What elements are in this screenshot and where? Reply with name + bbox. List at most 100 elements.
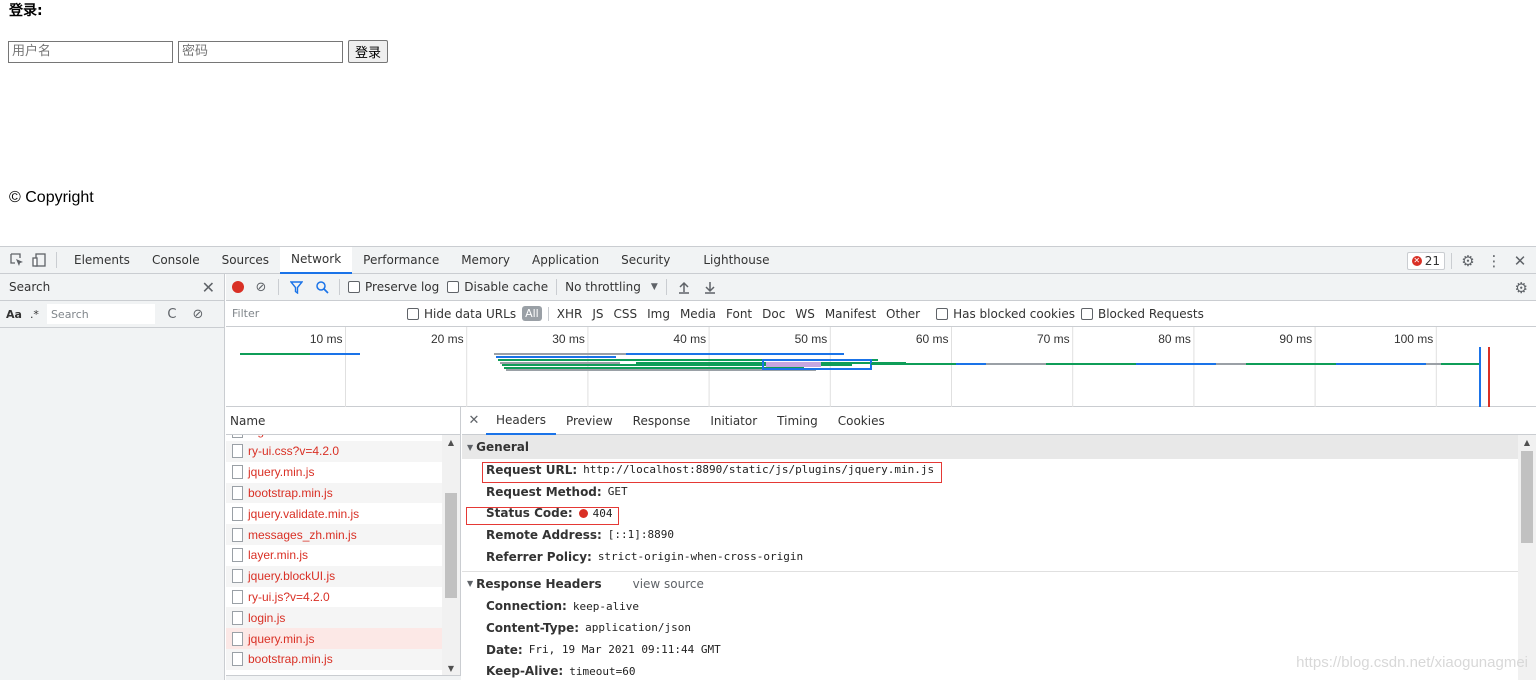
close-search-icon[interactable]: ✕ [202,278,215,297]
list-item[interactable]: ry-ui.js?v=4.2.0 [226,587,442,608]
filter-icon[interactable] [287,280,305,294]
tab-network[interactable]: Network [280,246,353,274]
headers-content: ▼ General Request URL: http://localhost:8… [462,435,1518,680]
tab-security[interactable]: Security [610,247,681,274]
details-scrollbar[interactable]: ▲ [1518,435,1536,680]
error-count-badge[interactable]: ✕ 21 [1406,251,1445,270]
filter-type-media[interactable]: Media [678,306,718,322]
network-settings-gear-icon[interactable]: ⚙ [1515,279,1528,297]
import-har-icon[interactable] [675,281,693,294]
password-input[interactable] [178,40,343,63]
tab-elements[interactable]: Elements [63,247,141,274]
login-button[interactable]: 登录 [348,40,389,63]
column-header-name[interactable]: Name [226,407,460,435]
network-overview-timeline[interactable]: 10 ms 20 ms 30 ms 40 ms 50 ms 60 ms 70 ms 80 ms… [226,327,1536,407]
match-case-toggle[interactable]: Aa [6,308,22,321]
list-item[interactable]: jquery.validate.min.js [226,503,442,524]
filter-type-ws[interactable]: WS [793,306,816,322]
tab-memory[interactable]: Memory [450,247,521,274]
web-page: 登录: 登录 © Copyright [0,0,1536,246]
clear-log-icon[interactable]: ⊘ [252,280,270,295]
throttling-select[interactable]: No throttling ▼ [565,280,658,294]
filter-type-js[interactable]: JS [590,306,605,322]
response-headers-section-header[interactable]: ▼ Response Headers view source [462,571,1518,596]
header-key: Remote Address: [486,527,602,542]
checkbox-box [407,307,419,320]
refresh-icon[interactable]: C [163,307,181,322]
filter-type-all[interactable]: All [522,306,542,321]
clear-icon[interactable]: ⊘ [189,307,207,322]
search-icon[interactable] [313,280,331,294]
filter-input[interactable]: Filter [228,304,393,324]
general-section-header[interactable]: ▼ General [462,435,1518,459]
has-blocked-cookies-checkbox[interactable]: Has blocked cookies [936,307,1075,321]
header-key: Referrer Policy: [486,549,592,564]
tab-preview[interactable]: Preview [556,407,623,435]
tab-timing[interactable]: Timing [767,407,828,435]
filter-type-font[interactable]: Font [724,306,754,322]
tab-response[interactable]: Response [623,407,701,435]
timeline-tick-label: 100 ms [1394,332,1433,346]
tab-console[interactable]: Console [141,247,211,274]
list-item[interactable]: bootstrap.min.js [226,482,442,504]
tab-cookies[interactable]: Cookies [828,407,895,435]
tab-application[interactable]: Application [521,247,610,274]
scroll-thumb[interactable] [445,493,457,598]
response-header-row: Content-Type: application/json [462,617,1518,639]
blocked-requests-checkbox[interactable]: Blocked Requests [1080,307,1204,321]
device-toolbar-icon[interactable] [28,247,50,273]
file-icon [232,485,243,500]
filter-type-img[interactable]: Img [645,306,672,322]
scroll-thumb[interactable] [1521,451,1533,543]
disable-cache-checkbox[interactable]: Disable cache [447,280,548,294]
list-item[interactable]: jquery.blockUI.js [226,565,442,587]
filter-type-other[interactable]: Other [884,306,922,322]
request-method-row: Request Method: GET [462,481,1518,503]
inspect-element-icon[interactable] [6,247,28,273]
list-item[interactable]: layer.min.js [226,545,442,566]
regex-toggle[interactable]: .* [30,308,39,321]
checkbox-box [1080,307,1093,320]
header-value: keep-alive [572,599,640,613]
list-item[interactable]: ry-ui.css?v=4.2.0 [226,441,442,462]
more-options-icon[interactable]: ⋮ [1484,251,1504,271]
search-drawer-title: Search [9,280,51,294]
filter-type-manifest[interactable]: Manifest [823,306,878,322]
hide-data-urls-checkbox[interactable]: Hide data URLs [407,307,516,321]
tab-lighthouse[interactable]: Lighthouse [681,247,780,274]
list-item[interactable]: jquery.min.js [226,462,442,483]
scroll-down-icon[interactable]: ▼ [442,661,460,675]
tab-headers[interactable]: Headers [486,407,556,435]
tab-performance[interactable]: Performance [352,247,450,274]
filter-type-css[interactable]: CSS [611,306,639,322]
export-har-icon[interactable] [701,281,719,294]
filter-type-xhr[interactable]: XHR [555,306,585,322]
referrer-policy-row: Referrer Policy: strict-origin-when-cross… [462,546,1518,568]
preserve-log-checkbox[interactable]: Preserve log [348,280,439,294]
scroll-up-icon[interactable]: ▲ [1518,435,1536,449]
username-input[interactable] [8,40,173,63]
list-item[interactable]: login.js [226,607,442,629]
search-input[interactable]: Search [46,304,155,324]
list-item[interactable]: bootstrap.min.js [226,648,442,670]
tab-initiator[interactable]: Initiator [700,407,767,435]
list-item[interactable]: messages_zh.min.js [226,524,442,545]
settings-gear-icon[interactable]: ⚙ [1458,251,1478,271]
filter-type-doc[interactable]: Doc [760,306,787,322]
search-results-area [0,328,224,680]
close-devtools-icon[interactable]: ✕ [1510,251,1530,271]
list-item-selected[interactable]: jquery.min.js [226,628,442,649]
scroll-up-icon[interactable]: ▲ [442,435,460,449]
tab-sources[interactable]: Sources [211,247,280,274]
view-source-link[interactable]: view source [633,577,704,591]
expand-triangle-icon: ▼ [467,442,474,452]
general-title: General [476,440,529,454]
requests-scrollbar[interactable]: ▲ ▼ [442,435,460,675]
checkbox-box [936,307,949,320]
timeline-graph: 10 ms 20 ms 30 ms 40 ms 50 ms 60 ms 70 ms 80 ms… [240,327,1536,407]
divider [665,279,667,295]
close-details-icon[interactable]: ✕ [462,413,486,428]
record-icon[interactable] [232,281,244,293]
divider [278,279,279,295]
timeline-tick-label: 90 ms [1279,332,1312,346]
